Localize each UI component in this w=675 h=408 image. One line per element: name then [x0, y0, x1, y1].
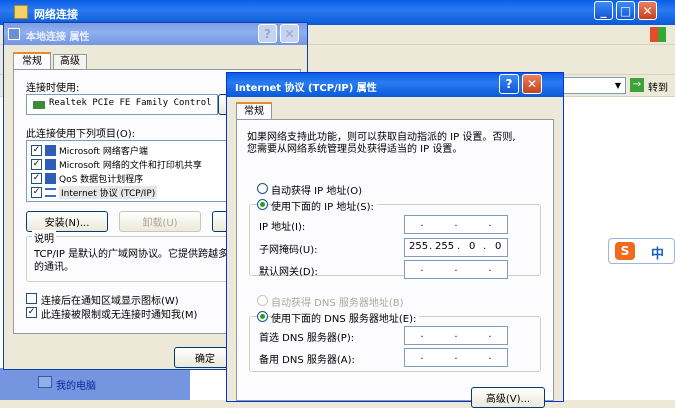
- mask-dot: .: [457, 241, 461, 252]
- description-text-line2: 的通讯。: [34, 262, 74, 273]
- mask-octet-4: 0: [495, 241, 502, 252]
- list-item-label: Microsoft 网络客户端: [59, 147, 148, 157]
- list-item-checkbox[interactable]: ✓: [31, 145, 42, 156]
- ime-toolbar[interactable]: S 中: [608, 238, 675, 264]
- preferred-dns-dots: ...: [420, 329, 492, 340]
- local-props-icon: [8, 28, 20, 40]
- gateway-label: 默认网关(D):: [259, 267, 318, 278]
- sogou-logo-icon: S: [615, 242, 635, 260]
- alternate-dns-dots: ...: [420, 351, 492, 362]
- adapter-name: Realtek PCIe FE Family Control: [49, 98, 212, 108]
- ok-button-label: 确定: [195, 354, 215, 365]
- manual-dns-label[interactable]: 使用下面的 DNS 服务器地址(E):: [271, 310, 420, 325]
- address-dropdown-icon[interactable]: ▼: [612, 78, 624, 93]
- subnet-mask-label: 子网掩码(U):: [259, 245, 318, 256]
- advanced-button-label: 高级(V)...: [485, 394, 531, 405]
- tcpip-properties-dialog: Internet 协议 (TCP/IP) 属性 ? ✕ 常规 如果网络支持此功能…: [226, 72, 564, 408]
- local-props-titlebar: 本地连接 属性 ? ✕: [4, 23, 307, 45]
- list-item-checkbox[interactable]: ✓: [31, 187, 42, 198]
- manual-ip-radio[interactable]: [257, 199, 268, 210]
- minimize-button[interactable]: _: [594, 1, 613, 20]
- notify-checkbox[interactable]: [26, 293, 37, 304]
- tcpip-help-button[interactable]: ?: [499, 74, 519, 94]
- limited-notify-label[interactable]: 此连接被限制或无连接时通知我(M): [41, 306, 197, 321]
- maximize-button[interactable]: □: [616, 1, 635, 20]
- list-item[interactable]: ✓ Microsoft 网络客户端: [31, 144, 236, 158]
- qos-scheduler-icon: [45, 173, 56, 184]
- list-item-label: Internet 协议 (TCP/IP): [59, 186, 158, 199]
- limited-notify-checkbox[interactable]: ✓: [26, 307, 37, 318]
- install-button-label: 安装(N)...: [44, 218, 90, 229]
- items-list: ✓ Microsoft 网络客户端 ✓ Microsoft 网络的文件和打印机共…: [26, 140, 240, 202]
- adapter-field: Realtek PCIe FE Family Control: [26, 94, 218, 115]
- file-printer-sharing-icon: [45, 159, 56, 170]
- ime-mode-label[interactable]: 中: [651, 243, 664, 262]
- ip-address-input[interactable]: ...: [404, 215, 508, 234]
- mask-octet-2: 255: [435, 241, 455, 252]
- ip-address-dots: ...: [420, 218, 492, 229]
- auto-dns-label: 自动获得 DNS 服务器地址(B): [271, 298, 404, 309]
- tab-tcpip-general[interactable]: 常规: [236, 102, 272, 120]
- network-folder-icon: [14, 5, 28, 19]
- install-button[interactable]: 安装(N)...: [26, 211, 108, 232]
- tcpip-title: Internet 协议 (TCP/IP) 属性: [235, 83, 377, 94]
- list-item[interactable]: ✓ QoS 数据包计划程序: [31, 172, 236, 186]
- close-button[interactable]: ✕: [638, 1, 657, 20]
- auto-ip-label[interactable]: 自动获得 IP 地址(O): [271, 182, 362, 197]
- list-item-label: Microsoft 网络的文件和打印机共享: [59, 161, 202, 171]
- tab-general[interactable]: 常规: [13, 52, 51, 70]
- list-item-checkbox[interactable]: ✓: [31, 173, 42, 184]
- preferred-dns-input[interactable]: ...: [404, 326, 508, 345]
- mask-octet-3: 0: [469, 241, 476, 252]
- list-item-checkbox[interactable]: ✓: [31, 159, 42, 170]
- network-connections-title: 网络连接: [34, 8, 78, 21]
- tab-advanced[interactable]: 高级: [53, 54, 87, 70]
- mask-dot: .: [483, 241, 487, 252]
- advanced-button[interactable]: 高级(V)...: [471, 387, 545, 408]
- items-label: 此连接使用下列项目(O):: [26, 129, 136, 140]
- list-item-label: QoS 数据包计划程序: [59, 175, 144, 185]
- go-button-label[interactable]: 转到: [648, 79, 668, 94]
- sidebar-item-my-computer[interactable]: 我的电脑: [56, 377, 96, 392]
- tcpip-info-line2: 您需要从网络系统管理员处获得适当的 IP 设置。: [247, 144, 463, 155]
- subnet-mask-input[interactable]: 255 . 255 . 0 . 0: [404, 238, 508, 257]
- manual-dns-radio[interactable]: [257, 311, 268, 322]
- description-title: 说明: [32, 230, 56, 245]
- local-props-close-button[interactable]: ✕: [280, 24, 299, 43]
- gateway-input[interactable]: ...: [404, 260, 508, 279]
- mask-dot: .: [429, 241, 433, 252]
- uninstall-button-label: 卸载(U): [142, 218, 178, 229]
- manual-ip-label[interactable]: 使用下面的 IP 地址(S):: [271, 198, 377, 213]
- preferred-dns-label: 首选 DNS 服务器(P):: [259, 333, 355, 344]
- local-props-title: 本地连接 属性: [26, 32, 90, 43]
- tcpip-close-button[interactable]: ✕: [522, 74, 542, 94]
- local-props-help-button[interactable]: ?: [258, 24, 277, 43]
- protocol-icon: [45, 188, 56, 197]
- connect-using-label: 连接时使用:: [26, 83, 80, 94]
- tab-tcpip-general-label: 常规: [244, 106, 264, 117]
- gateway-dots: ...: [420, 263, 492, 274]
- network-client-icon: [45, 145, 56, 156]
- list-item[interactable]: ✓ Microsoft 网络的文件和打印机共享: [31, 158, 236, 172]
- tcpip-titlebar: Internet 协议 (TCP/IP) 属性 ? ✕: [227, 73, 563, 97]
- tab-advanced-label: 高级: [60, 56, 80, 67]
- tab-general-label: 常规: [22, 56, 42, 67]
- alternate-dns-input[interactable]: ...: [404, 348, 508, 367]
- windows-logo-icon: [650, 27, 666, 42]
- uninstall-button[interactable]: 卸载(U): [119, 211, 201, 232]
- network-adapter-icon: [33, 101, 45, 109]
- notify-label[interactable]: 连接后在通知区域显示图标(W): [41, 292, 179, 307]
- go-arrow-icon[interactable]: →: [630, 78, 644, 92]
- tcpip-tab-panel: 如果网络支持此功能，则可以获取自动指派的 IP 设置。否则, 您需要从网络系统管…: [236, 119, 554, 408]
- mask-octet-1: 255: [409, 241, 429, 252]
- auto-ip-radio[interactable]: [257, 183, 268, 194]
- my-computer-icon: [38, 376, 52, 388]
- alternate-dns-label: 备用 DNS 服务器(A):: [259, 355, 355, 366]
- auto-dns-radio: [257, 295, 268, 306]
- list-item-selected[interactable]: ✓ Internet 协议 (TCP/IP): [31, 186, 236, 200]
- ip-address-label: IP 地址(I):: [259, 222, 306, 233]
